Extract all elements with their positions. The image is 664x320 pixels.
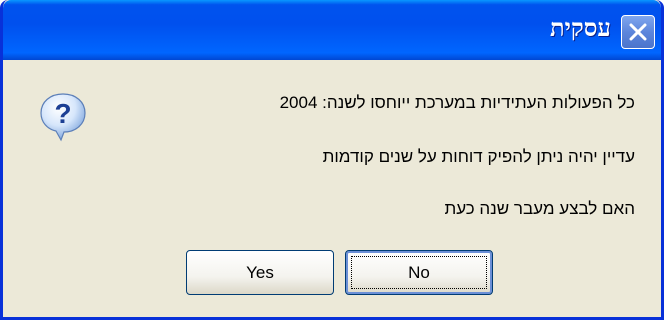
message-line-2: עדיין יהיה ניתן להפיק דוחות על שנים קודמ… — [322, 147, 635, 166]
message-line-1: כל הפעולות העתידיות במערכת ייוחסו לשנה: … — [279, 93, 635, 112]
close-icon — [629, 23, 647, 41]
no-button[interactable]: No — [345, 250, 493, 295]
yes-button-label: Yes — [246, 263, 274, 282]
window-title: עסקית — [549, 13, 611, 42]
dialog-window: עסקית ? כל הפעולות העתידיות במערכת ייוחס… — [0, 0, 664, 320]
close-button[interactable] — [621, 15, 655, 49]
svg-text:?: ? — [54, 98, 71, 129]
title-bar[interactable]: עסקית — [3, 0, 661, 60]
message-line-3: האם לבצע מעבר שנה כעת — [444, 199, 635, 218]
focus-rectangle — [351, 256, 487, 289]
yes-button[interactable]: Yes — [186, 250, 334, 295]
